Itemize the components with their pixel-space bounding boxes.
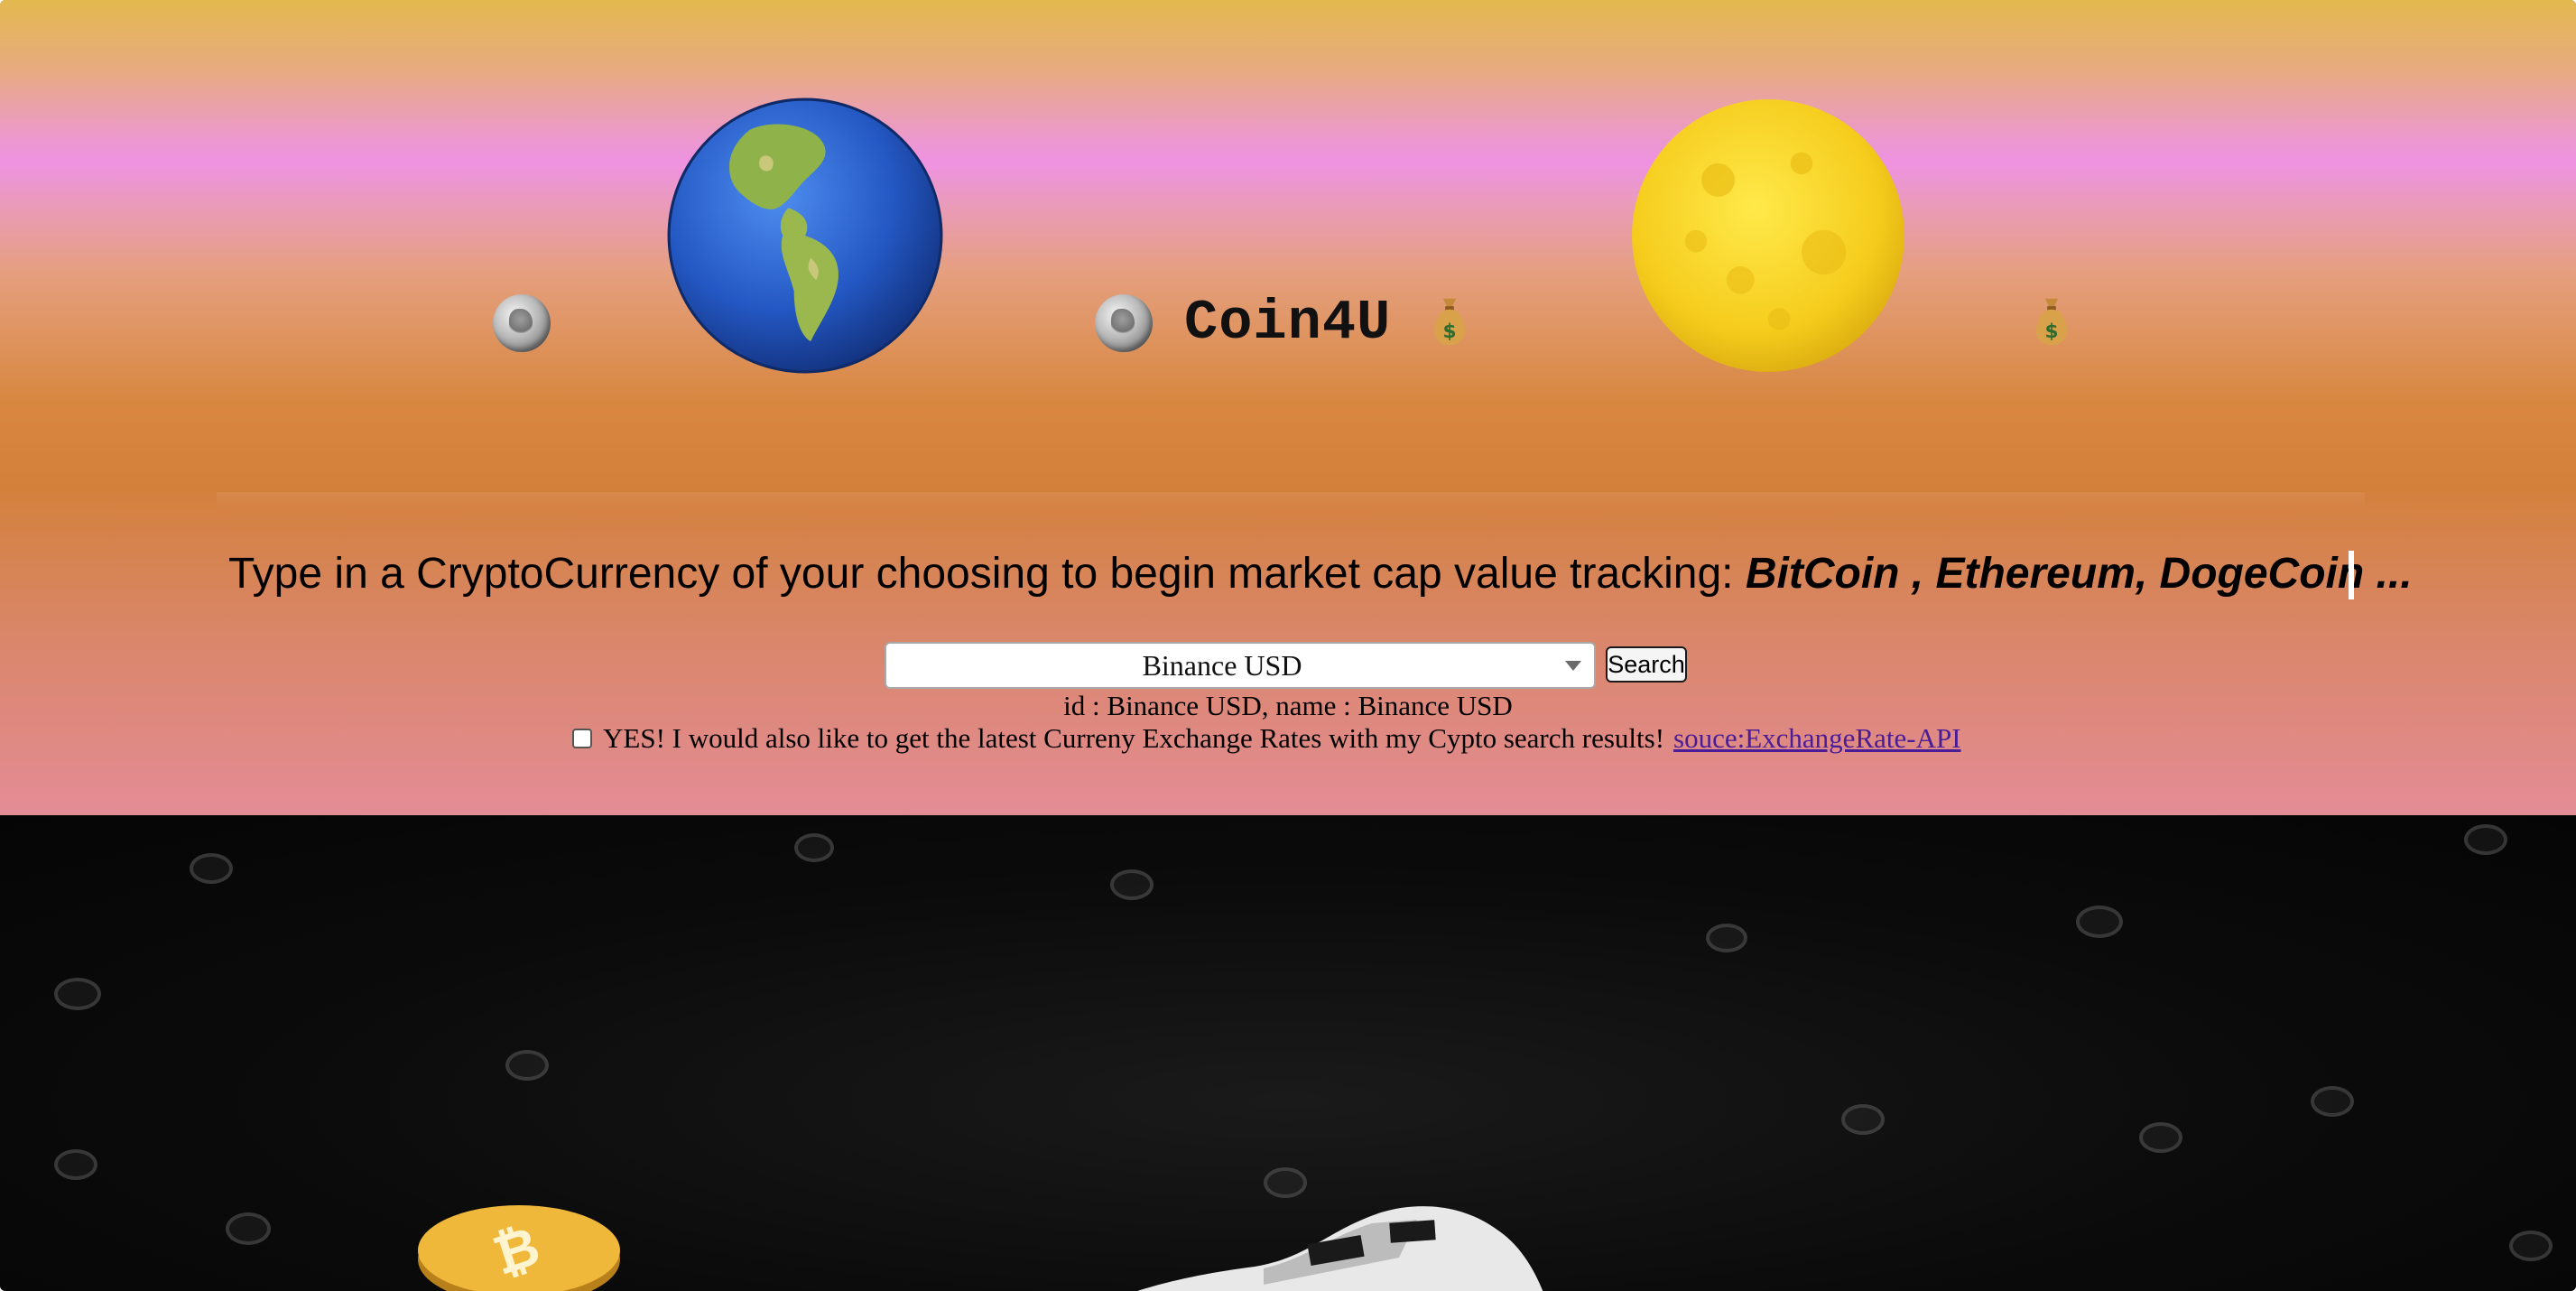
bokeh-dot: [2464, 824, 2507, 855]
text-caret: [2349, 551, 2354, 599]
svg-text:$: $: [2044, 320, 2058, 343]
bokeh-dot: [54, 1149, 97, 1180]
app-window: Coin4U $ $ Type in a CryptoCurrency of y…: [0, 0, 2576, 1291]
search-button[interactable]: Search: [1606, 646, 1687, 683]
currency-select[interactable]: Binance USD: [885, 642, 1596, 689]
bokeh-dot: [1110, 869, 1154, 900]
bokeh-dot: [190, 853, 233, 884]
optin-label: YES! I would also like to get the latest…: [603, 722, 1665, 754]
bitcoin-coin-icon: ₿: [418, 1205, 620, 1291]
currency-select-value: Binance USD: [1142, 648, 1302, 682]
astronaut-figure: [1137, 1206, 1543, 1291]
coin-icon: [1095, 294, 1153, 352]
bokeh-dot: [54, 978, 101, 1010]
bokeh-dot: [226, 1212, 271, 1245]
coin-icon: [493, 294, 551, 352]
app-title: Coin4U: [1184, 291, 1392, 355]
exchange-rate-source-link[interactable]: souce:ExchangeRate-API: [1673, 722, 1961, 755]
bokeh-dot: [1706, 924, 1747, 952]
prompt-examples: BitCoin , Ethereum, DogeCoin ...: [1745, 550, 2413, 598]
header-banner: Coin4U $ $: [0, 0, 2576, 492]
bokeh-dot: [2311, 1086, 2354, 1117]
bokeh-dot: [2076, 906, 2123, 938]
bokeh-dot: [2139, 1122, 2182, 1153]
bokeh-dot: [1264, 1167, 1307, 1198]
svg-text:$: $: [1442, 320, 1456, 343]
search-result-text: id : Binance USD, name : Binance USD: [1063, 690, 1513, 721]
panel-highlight: [217, 492, 2365, 510]
globe-americas-icon: [667, 98, 943, 374]
prompt-text: Type in a CryptoCurrency of your choosin…: [228, 550, 1746, 598]
bokeh-dot: [1841, 1104, 1885, 1135]
search-prompt: Type in a CryptoCurrency of your choosin…: [228, 549, 2413, 599]
money-bag-icon: $: [2035, 298, 2068, 346]
exchange-rate-checkbox[interactable]: [572, 729, 592, 748]
bokeh-dot: [505, 1050, 549, 1081]
money-bag-icon: $: [1433, 298, 1466, 346]
bokeh-dot: [2509, 1231, 2553, 1261]
bokeh-dot: [794, 833, 834, 862]
chevron-down-icon: [1565, 661, 1581, 671]
exchange-rate-optin: YES! I would also like to get the latest…: [572, 722, 1961, 755]
hero-background-image: ₿: [0, 815, 2576, 1291]
full-moon-icon: [1632, 99, 1904, 372]
